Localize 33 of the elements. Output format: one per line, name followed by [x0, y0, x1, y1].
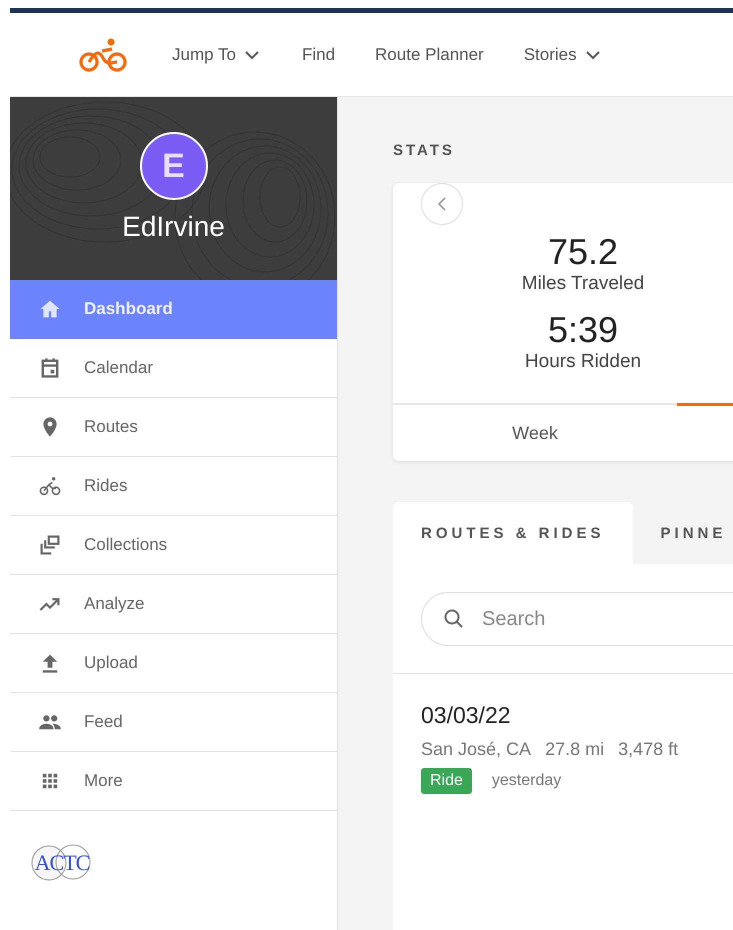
sidebar-item[interactable]: More — [10, 752, 337, 811]
nav-link[interactable]: Find — [302, 44, 336, 64]
ride-time: yesterday — [492, 772, 562, 790]
ride-elevation: 3,478 ft — [618, 739, 678, 760]
sidebar-item[interactable]: Feed — [10, 693, 337, 752]
ride-location: San José, CA — [421, 739, 532, 760]
stat-label: Miles Traveled — [522, 273, 644, 295]
sidebar-item[interactable]: Routes — [10, 398, 337, 457]
sidebar-item[interactable]: Collections — [10, 516, 337, 575]
bicycle-icon — [38, 474, 62, 498]
nav-link[interactable]: Route Planner — [375, 44, 484, 64]
nav-link[interactable]: Jump To — [172, 44, 262, 64]
sidebar-item[interactable]: Upload — [10, 634, 337, 693]
cyclist-logo-icon[interactable] — [78, 36, 128, 72]
sidebar-item[interactable]: Dashboard — [10, 280, 337, 339]
ride-date[interactable]: 03/03/22 — [421, 702, 733, 729]
period-tab[interactable]: Week — [393, 403, 677, 461]
stacked-squares-icon — [38, 533, 62, 557]
search-field[interactable]: Search — [421, 592, 733, 646]
club-logo[interactable]: ACTC — [30, 843, 94, 883]
stat-label: Hours Ridden — [524, 351, 642, 373]
section-heading: STATS — [393, 142, 456, 159]
nav-link[interactable]: Stories — [524, 44, 603, 64]
ride-tag: Ride — [421, 768, 472, 794]
sidebar-item[interactable]: Calendar — [10, 339, 337, 398]
sidebar-item[interactable]: Analyze — [10, 575, 337, 634]
stat-value: 5:39 — [548, 309, 618, 351]
panel-tab[interactable]: ROUTES & RIDES — [393, 502, 633, 564]
panel-tab[interactable]: PINNE — [632, 502, 733, 564]
sidebar-item[interactable]: Rides — [10, 457, 337, 516]
stat-value: 75.2 — [548, 231, 618, 273]
ride-distance: 27.8 mi — [545, 739, 604, 760]
username: EdIrvine — [122, 211, 225, 243]
